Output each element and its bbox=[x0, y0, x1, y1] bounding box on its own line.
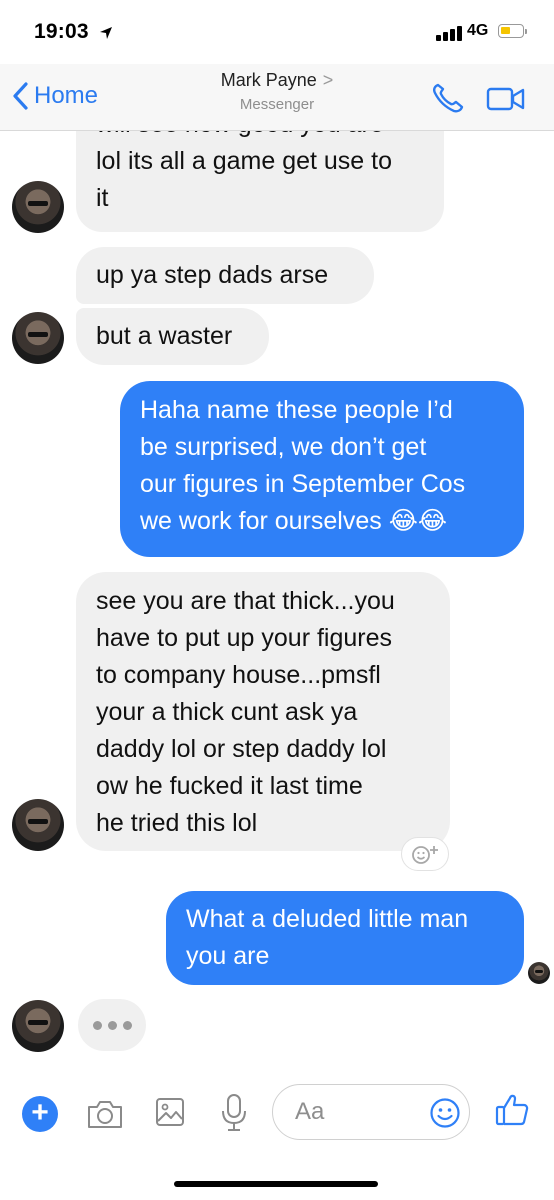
network-label: 4G bbox=[467, 22, 489, 39]
battery-icon bbox=[498, 24, 524, 38]
message-line: to company house...pmsfl bbox=[96, 661, 381, 689]
message-bubble[interactable]: see you are that thick...you have to put… bbox=[76, 572, 450, 851]
message-line: ow he fucked it last time bbox=[96, 772, 363, 800]
status-time: 19:03 bbox=[34, 20, 89, 43]
avatar[interactable] bbox=[12, 1000, 64, 1052]
image-icon[interactable] bbox=[154, 1096, 186, 1128]
message-bubble[interactable]: Haha name these people I’d be surprised,… bbox=[120, 381, 524, 557]
avatar[interactable] bbox=[12, 799, 64, 851]
add-reaction-icon bbox=[412, 846, 438, 864]
microphone-icon[interactable] bbox=[220, 1092, 248, 1132]
emoji-icon[interactable] bbox=[429, 1097, 461, 1129]
conversation-header: Mark Payne > Messenger Home bbox=[0, 64, 554, 131]
message-line: Haha name these people I’d bbox=[140, 396, 453, 424]
home-indicator bbox=[174, 1181, 378, 1187]
message-line: our figures in September Cos bbox=[140, 470, 466, 498]
back-button[interactable]: Home bbox=[12, 82, 98, 110]
battery-tip bbox=[525, 29, 527, 34]
message-line: up ya step dads arse bbox=[96, 261, 329, 289]
plus-icon[interactable]: + bbox=[22, 1096, 58, 1132]
message-line: have to put up your figures bbox=[96, 624, 393, 652]
thumbs-up-icon[interactable] bbox=[494, 1092, 530, 1128]
message-bubble[interactable]: up ya step dads arse bbox=[76, 247, 374, 304]
video-icon[interactable] bbox=[486, 86, 526, 112]
message-input[interactable]: Aa bbox=[272, 1084, 470, 1140]
camera-icon[interactable] bbox=[86, 1098, 124, 1130]
phone-icon[interactable] bbox=[430, 82, 466, 114]
message-line: see you are that thick...you bbox=[96, 587, 395, 615]
message-line: What a deluded little man bbox=[186, 905, 469, 933]
message-line: it bbox=[96, 184, 109, 212]
status-bar: 19:03 4G bbox=[0, 0, 554, 64]
message-line: be surprised, we don’t get bbox=[140, 433, 427, 461]
read-receipt-avatar bbox=[528, 962, 550, 984]
contact-name: Mark Payne bbox=[220, 70, 317, 90]
message-bubble[interactable]: What a deluded little man you are bbox=[166, 891, 524, 985]
back-label: Home bbox=[34, 82, 99, 109]
message-line: we work for ourselves 😂😂 bbox=[140, 507, 448, 535]
message-line: daddy lol or step daddy lol bbox=[96, 735, 387, 763]
signal-icon bbox=[436, 25, 466, 41]
avatar[interactable] bbox=[12, 312, 64, 364]
message-line: you are bbox=[186, 942, 270, 970]
message-line: lol its all a game get use to bbox=[96, 147, 392, 175]
typing-indicator bbox=[78, 999, 146, 1051]
message-input-placeholder: Aa bbox=[295, 1098, 325, 1125]
composer-bar: + Aa bbox=[0, 1072, 554, 1158]
message-bubble[interactable]: but a waster bbox=[76, 308, 269, 365]
message-line: your a thick cunt ask ya bbox=[96, 698, 358, 726]
location-arrow-icon bbox=[100, 27, 112, 39]
add-reaction-button[interactable] bbox=[401, 837, 449, 871]
message-line: he tried this lol bbox=[96, 809, 258, 837]
back-chevron-icon bbox=[13, 82, 28, 110]
chevron-right-icon: > bbox=[322, 70, 334, 90]
message-line: but a waster bbox=[96, 322, 233, 350]
avatar[interactable] bbox=[12, 181, 64, 233]
